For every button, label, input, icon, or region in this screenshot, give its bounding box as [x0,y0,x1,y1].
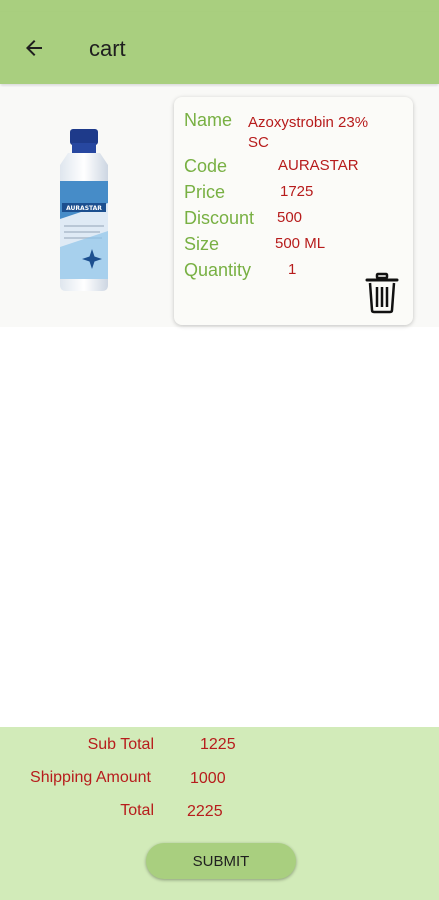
item-details-card: Name Azoxystrobin 23% SC Code AURASTAR P… [174,97,413,325]
back-button[interactable] [16,34,52,62]
name-value-line1: Azoxystrobin 23% [248,114,369,131]
arrow-left-icon [26,40,42,56]
status-bar [0,0,439,12]
trash-icon [365,272,399,314]
page-title: cart [89,36,126,61]
discount-label: Discount [184,208,255,228]
price-label: Price [184,182,226,202]
size-value: 500 ML [275,235,326,252]
name-value: Azoxystrobin 23% SC [248,113,368,153]
cart-item: AURASTAR Name Azoxystrobin 23% SC Code A… [0,87,439,327]
total-value: 2225 [187,803,223,820]
shipping-amount-value: 1000 [190,770,226,787]
quantity-value: 1 [288,261,297,278]
size-label: Size [184,234,220,254]
submit-button[interactable]: SUBMIT [146,843,296,879]
total-label: Total [120,802,154,819]
code-label: Code [184,156,228,176]
quantity-label: Quantity [184,260,252,280]
product-brand-text: AURASTAR [66,205,102,212]
code-value: AURASTAR [278,157,359,174]
price-value: 1725 [280,183,314,200]
discount-value: 500 [277,209,303,226]
sub-total-value: 1225 [200,736,236,753]
app-bar: cart [0,12,439,84]
shipping-amount-label: Shipping Amount [30,769,151,786]
sub-total-label: Sub Total [87,736,154,753]
delete-item-button[interactable] [364,272,400,314]
name-value-line2: SC [248,134,269,151]
order-summary: Sub Total 1225 Shipping Amount 1000 Tota… [0,727,439,900]
name-label: Name [184,110,233,130]
product-image: AURASTAR [60,129,108,291]
